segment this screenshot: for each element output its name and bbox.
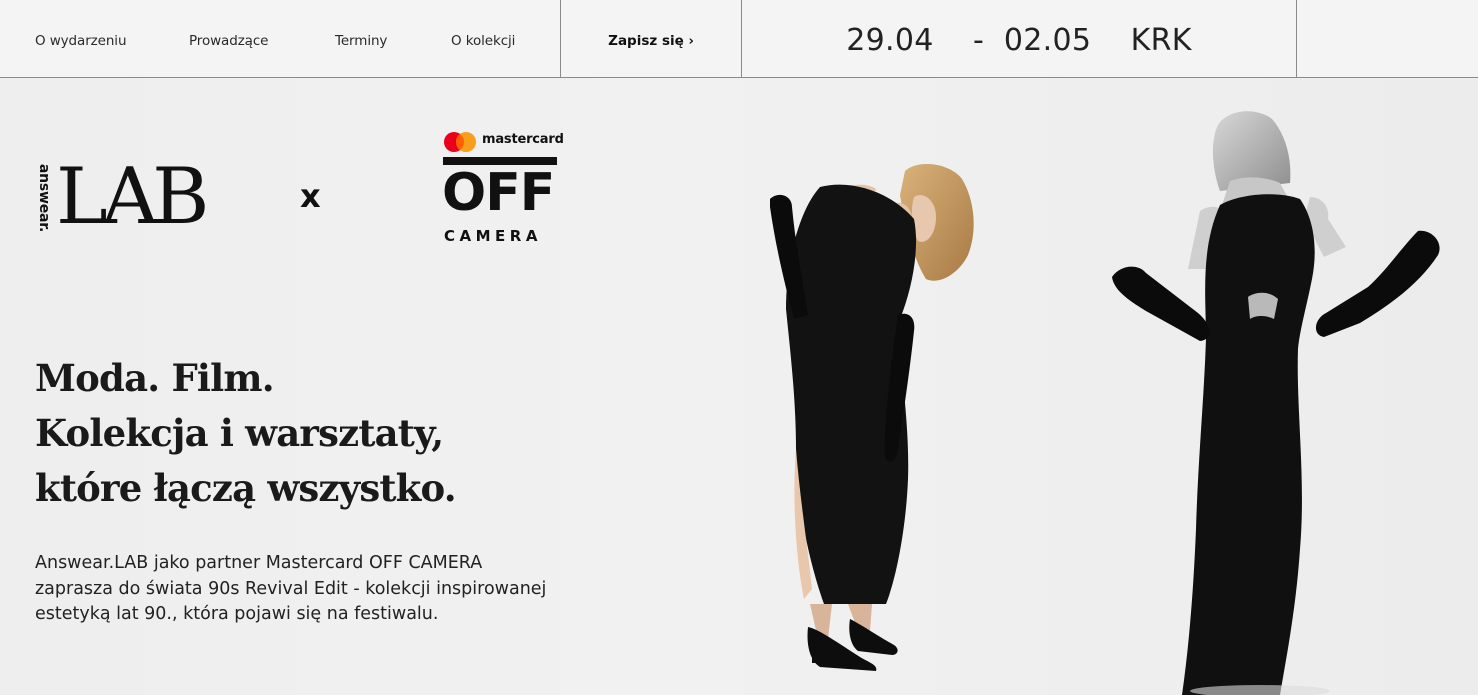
camera-wordmark: CAMERA	[444, 227, 542, 245]
event-city: KRK	[1130, 23, 1192, 58]
date-end: 02.05	[1003, 23, 1092, 58]
signup-label: Zapisz się	[608, 33, 684, 49]
nav-link-about-event[interactable]: O wydarzeniu	[35, 0, 127, 78]
mastercard-circles-icon	[444, 132, 476, 152]
headline-line: Moda. Film.	[35, 356, 275, 400]
nav-link-dates[interactable]: Terminy	[335, 0, 387, 78]
event-dates: 29.04 - 02.05 KRK	[742, 0, 1296, 78]
lab-wordmark: LAB	[56, 152, 209, 242]
date-separator: -	[973, 23, 995, 58]
answear-lab-logo: answear. LAB	[34, 157, 209, 237]
headline-line: które łączą wszystko.	[35, 466, 457, 510]
chevron-right-icon: ›	[688, 34, 694, 49]
intro-line: estetyką lat 90., która pojawi się na fe…	[35, 604, 439, 624]
headline-line: Kolekcja i warsztaty,	[35, 411, 444, 455]
collab-x-mark: x	[300, 177, 321, 215]
hero-headline: Moda. Film. Kolekcja i warsztaty, które …	[35, 351, 555, 516]
mastercard-wordmark: mastercard	[482, 132, 564, 147]
date-start: 29.04	[846, 23, 934, 58]
model-right	[1112, 111, 1440, 695]
signup-button[interactable]: Zapisz się ›	[561, 0, 741, 78]
top-navigation: O wydarzeniu Prowadzące Terminy O kolekc…	[0, 0, 1478, 78]
hero-section: answear. LAB x mastercard OFF CAMERA Mod…	[0, 79, 1478, 695]
off-wordmark: OFF	[442, 163, 555, 223]
intro-line: zaprasza do świata 90s Revival Edit - ko…	[35, 578, 547, 599]
model-left	[770, 164, 974, 671]
intro-line: Answear.LAB jako partner Mastercard OFF …	[35, 553, 483, 573]
mastercard-off-camera-logo: mastercard OFF CAMERA	[440, 131, 564, 249]
answear-wordmark: answear.	[36, 163, 52, 233]
nav-link-hosts[interactable]: Prowadzące	[189, 0, 268, 78]
hero-models-photo	[770, 111, 1440, 695]
hero-intro-text: Answear.LAB jako partner Mastercard OFF …	[35, 551, 595, 628]
nav-link-about-collection[interactable]: O kolekcji	[451, 0, 515, 78]
nav-empty-cell	[1297, 0, 1478, 78]
